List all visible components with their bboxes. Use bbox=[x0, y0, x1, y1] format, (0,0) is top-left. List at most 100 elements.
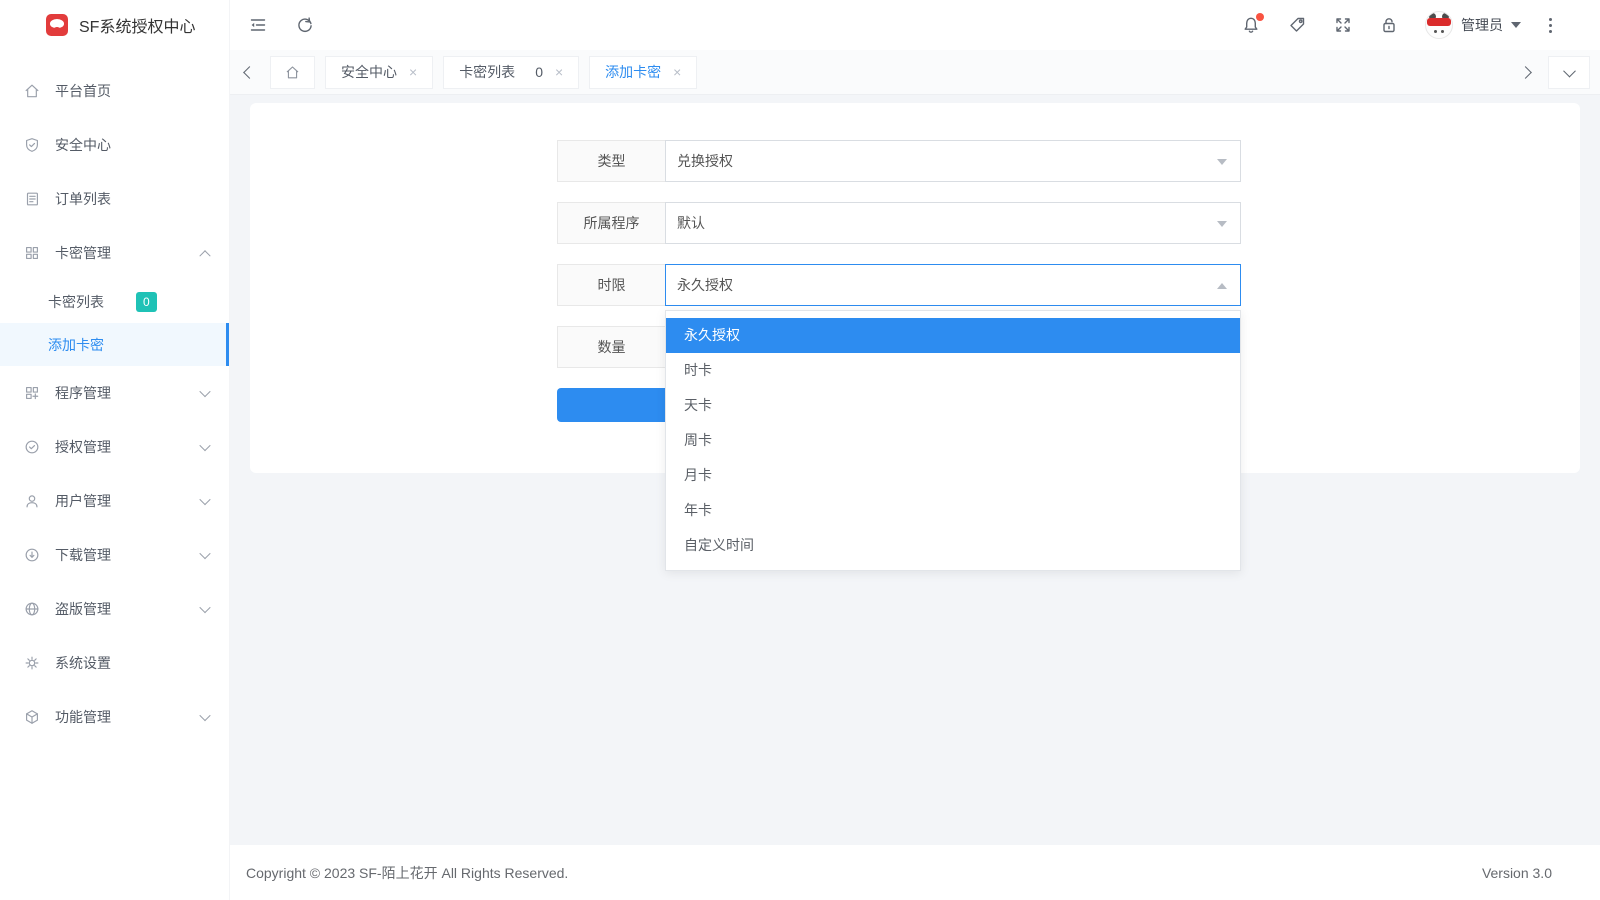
copyright-text: Copyright © 2023 SF-陌上花开 All Rights Rese… bbox=[246, 863, 568, 883]
app-title: SF系统授权中心 bbox=[79, 13, 195, 37]
lock-icon[interactable] bbox=[1379, 15, 1399, 35]
download-icon bbox=[23, 546, 41, 564]
tab-bar: 安全中心 × 卡密列表 0 × 添加卡密 × bbox=[230, 50, 1600, 95]
collapse-sidebar-icon[interactable] bbox=[248, 15, 268, 35]
sidebar-item-download-management[interactable]: 下载管理 bbox=[0, 528, 229, 582]
sidebar-item-label: 盗版管理 bbox=[55, 599, 111, 619]
shield-icon bbox=[23, 136, 41, 154]
chevron-up-icon bbox=[199, 250, 210, 261]
tab-label: 添加卡密 bbox=[605, 62, 661, 82]
duration-select[interactable]: 永久授权 bbox=[665, 264, 1241, 306]
type-label: 类型 bbox=[557, 140, 665, 182]
username: 管理员 bbox=[1461, 15, 1503, 35]
sidebar-item-label: 安全中心 bbox=[55, 135, 111, 155]
sidebar-item-label: 授权管理 bbox=[55, 437, 111, 457]
program-select[interactable]: 默认 bbox=[665, 202, 1241, 244]
card-key-icon bbox=[23, 244, 41, 262]
top-header: 管理员 bbox=[230, 0, 1600, 50]
tab-security-center[interactable]: 安全中心 × bbox=[325, 56, 433, 89]
sidebar-item-card-key-management[interactable]: 卡密管理 bbox=[0, 226, 229, 280]
duration-dropdown-panel: 永久授权 时卡 天卡 周卡 月卡 年卡 自定义时间 bbox=[665, 310, 1241, 571]
tabs-dropdown-button[interactable] bbox=[1548, 56, 1590, 89]
tabs-scroll-left-button[interactable] bbox=[238, 56, 260, 89]
program-select-value: 默认 bbox=[677, 213, 705, 233]
sidebar-item-piracy-management[interactable]: 盗版管理 bbox=[0, 582, 229, 636]
caret-down-icon bbox=[1217, 159, 1227, 165]
sidebar-subitem-add-card-key[interactable]: 添加卡密 bbox=[0, 323, 229, 366]
user-icon bbox=[23, 492, 41, 510]
sidebar-item-label: 平台首页 bbox=[55, 81, 111, 101]
sidebar-item-home[interactable]: 平台首页 bbox=[0, 64, 229, 118]
tab-count: 0 bbox=[535, 64, 543, 80]
feature-cube-icon bbox=[23, 708, 41, 726]
sidebar: SF系统授权中心 平台首页 安全中心 订单列表 卡密管理 卡密列表 0 bbox=[0, 0, 230, 900]
sidebar-item-label: 程序管理 bbox=[55, 383, 111, 403]
add-card-key-panel: 类型 兑换授权 所属程序 默认 时限 永久授权 bbox=[250, 103, 1580, 473]
tab-home[interactable] bbox=[270, 56, 315, 89]
chevron-down-icon bbox=[199, 386, 210, 397]
sidebar-subitem-label: 添加卡密 bbox=[48, 335, 104, 355]
app-logo-icon bbox=[46, 14, 68, 36]
tab-label: 安全中心 bbox=[341, 62, 397, 82]
dropdown-option[interactable]: 年卡 bbox=[666, 493, 1240, 528]
sidebar-item-system-settings[interactable]: 系统设置 bbox=[0, 636, 229, 690]
version-text: Version 3.0 bbox=[1482, 865, 1552, 881]
chevron-down-icon bbox=[199, 440, 210, 451]
sidebar-item-security-center[interactable]: 安全中心 bbox=[0, 118, 229, 172]
order-list-icon bbox=[23, 190, 41, 208]
duration-label: 时限 bbox=[557, 264, 665, 306]
dropdown-option[interactable]: 时卡 bbox=[666, 353, 1240, 388]
sidebar-item-label: 系统设置 bbox=[55, 653, 111, 673]
tabs-scroll-right-button[interactable] bbox=[1514, 56, 1536, 89]
close-icon[interactable]: × bbox=[555, 65, 563, 79]
sidebar-item-label: 卡密管理 bbox=[55, 243, 111, 263]
dropdown-option[interactable]: 月卡 bbox=[666, 458, 1240, 493]
dropdown-option[interactable]: 周卡 bbox=[666, 423, 1240, 458]
sidebar-subitem-card-key-list[interactable]: 卡密列表 0 bbox=[0, 280, 229, 323]
notification-bell-icon[interactable] bbox=[1241, 15, 1261, 35]
settings-gear-icon bbox=[23, 654, 41, 672]
sidebar-item-feature-management[interactable]: 功能管理 bbox=[0, 690, 229, 744]
sidebar-item-label: 用户管理 bbox=[55, 491, 111, 511]
tab-card-key-list[interactable]: 卡密列表 0 × bbox=[443, 56, 579, 89]
caret-up-icon bbox=[1217, 283, 1227, 289]
sidebar-item-label: 下载管理 bbox=[55, 545, 111, 565]
close-icon[interactable]: × bbox=[409, 65, 417, 79]
chevron-down-icon bbox=[199, 494, 210, 505]
duration-select-value: 永久授权 bbox=[677, 275, 733, 295]
quantity-label: 数量 bbox=[557, 326, 665, 368]
program-label: 所属程序 bbox=[557, 202, 665, 244]
active-indicator bbox=[226, 323, 229, 366]
footer: Copyright © 2023 SF-陌上花开 All Rights Rese… bbox=[230, 845, 1600, 900]
sidebar-item-program-management[interactable]: 程序管理 bbox=[0, 366, 229, 420]
home-icon bbox=[23, 82, 41, 100]
app-logo: SF系统授权中心 bbox=[0, 0, 229, 50]
form-row-type: 类型 兑换授权 bbox=[557, 140, 1241, 182]
form-row-duration: 时限 永久授权 bbox=[557, 264, 1241, 306]
notification-dot bbox=[1256, 13, 1264, 21]
tag-icon[interactable] bbox=[1287, 15, 1307, 35]
fullscreen-icon[interactable] bbox=[1333, 15, 1353, 35]
authorization-icon bbox=[23, 438, 41, 456]
refresh-icon[interactable] bbox=[295, 15, 315, 35]
dropdown-option[interactable]: 自定义时间 bbox=[666, 528, 1240, 563]
sidebar-item-order-list[interactable]: 订单列表 bbox=[0, 172, 229, 226]
more-menu-icon[interactable] bbox=[1547, 16, 1554, 35]
type-select[interactable]: 兑换授权 bbox=[665, 140, 1241, 182]
sidebar-item-user-management[interactable]: 用户管理 bbox=[0, 474, 229, 528]
close-icon[interactable]: × bbox=[673, 65, 681, 79]
avatar bbox=[1425, 11, 1453, 39]
sidebar-item-authorization-management[interactable]: 授权管理 bbox=[0, 420, 229, 474]
sidebar-item-label: 订单列表 bbox=[55, 189, 111, 209]
caret-down-icon bbox=[1217, 221, 1227, 227]
user-menu[interactable]: 管理员 bbox=[1425, 11, 1521, 39]
home-icon bbox=[284, 64, 301, 81]
add-card-key-form: 类型 兑换授权 所属程序 默认 时限 永久授权 bbox=[557, 140, 1241, 422]
sidebar-menu: 平台首页 安全中心 订单列表 卡密管理 卡密列表 0 添加卡密 bbox=[0, 50, 229, 744]
tab-add-card-key[interactable]: 添加卡密 × bbox=[589, 56, 697, 89]
type-select-value: 兑换授权 bbox=[677, 151, 733, 171]
chevron-down-icon bbox=[199, 548, 210, 559]
dropdown-option[interactable]: 天卡 bbox=[666, 388, 1240, 423]
dropdown-option[interactable]: 永久授权 bbox=[666, 318, 1240, 353]
piracy-icon bbox=[23, 600, 41, 618]
